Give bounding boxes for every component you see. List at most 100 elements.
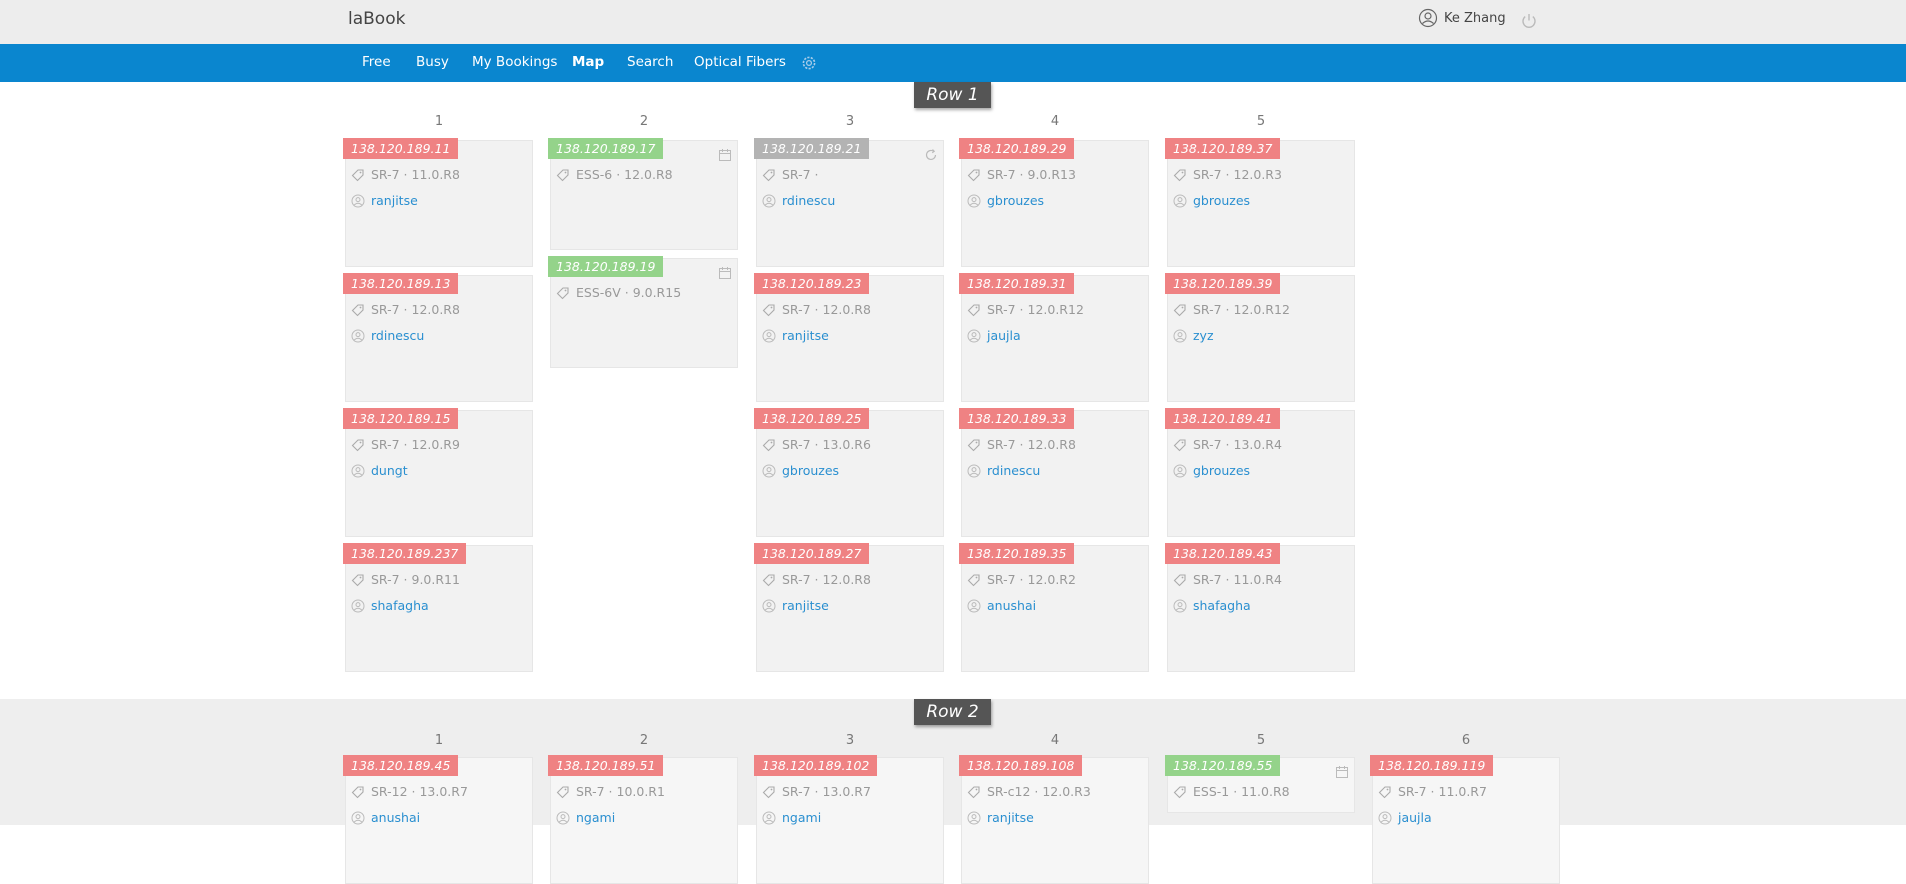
ip-label[interactable]: 138.120.189.237 (343, 543, 467, 564)
device-card[interactable]: 138.120.189.237 SR-7 · 9.0.R11 shafagha (343, 543, 533, 672)
nav-map[interactable]: Map (572, 54, 604, 70)
device-owner[interactable]: gbrouzes (1173, 463, 1250, 478)
device-card[interactable]: 138.120.189.17 ESS-6 · 12.0.R8 (548, 138, 738, 250)
device-owner[interactable]: gbrouzes (1173, 193, 1250, 208)
owner-link[interactable]: anushai (987, 598, 1036, 613)
nav-busy[interactable]: Busy (416, 54, 449, 70)
device-card[interactable]: 138.120.189.31 SR-7 · 12.0.R12 jaujla (959, 273, 1149, 402)
device-owner[interactable]: zyz (1173, 328, 1214, 343)
device-owner[interactable]: jaujla (1378, 810, 1432, 825)
owner-link[interactable]: ngami (782, 810, 821, 825)
device-owner[interactable]: anushai (967, 598, 1036, 613)
device-card[interactable]: 138.120.189.45 SR-12 · 13.0.R7 anushai (343, 755, 533, 884)
device-card[interactable]: 138.120.189.21 SR-7 · rdinescu (754, 138, 944, 267)
owner-link[interactable]: ranjitse (371, 193, 418, 208)
ip-label[interactable]: 138.120.189.43 (1165, 543, 1281, 564)
device-card[interactable]: 138.120.189.39 SR-7 · 12.0.R12 zyz (1165, 273, 1355, 402)
power-icon[interactable] (1520, 12, 1538, 30)
device-card[interactable]: 138.120.189.33 SR-7 · 12.0.R8 rdinescu (959, 408, 1149, 537)
owner-link[interactable]: anushai (371, 810, 420, 825)
device-card[interactable]: 138.120.189.11 SR-7 · 11.0.R8 ranjitse (343, 138, 533, 267)
ip-label[interactable]: 138.120.189.25 (754, 408, 870, 429)
calendar-icon[interactable] (718, 148, 732, 162)
ip-label[interactable]: 138.120.189.27 (754, 543, 870, 564)
device-card[interactable]: 138.120.189.15 SR-7 · 12.0.R9 dungt (343, 408, 533, 537)
owner-link[interactable]: shafagha (1193, 598, 1251, 613)
owner-link[interactable]: ranjitse (987, 810, 1034, 825)
device-card[interactable]: 138.120.189.43 SR-7 · 11.0.R4 shafagha (1165, 543, 1355, 672)
owner-link[interactable]: ngami (576, 810, 615, 825)
ip-label[interactable]: 138.120.189.29 (959, 138, 1075, 159)
ip-label[interactable]: 138.120.189.23 (754, 273, 870, 294)
ip-label[interactable]: 138.120.189.31 (959, 273, 1075, 294)
ip-label[interactable]: 138.120.189.13 (343, 273, 459, 294)
owner-link[interactable]: gbrouzes (782, 463, 839, 478)
device-owner[interactable]: gbrouzes (967, 193, 1044, 208)
owner-link[interactable]: gbrouzes (987, 193, 1044, 208)
device-card[interactable]: 138.120.189.102 SR-7 · 13.0.R7 ngami (754, 755, 944, 884)
ip-label[interactable]: 138.120.189.19 (548, 256, 664, 277)
owner-link[interactable]: zyz (1193, 328, 1214, 343)
device-card[interactable]: 138.120.189.19 ESS-6V · 9.0.R15 (548, 256, 738, 368)
owner-link[interactable]: rdinescu (987, 463, 1040, 478)
device-card[interactable]: 138.120.189.108 SR-c12 · 12.0.R3 ranjitse (959, 755, 1149, 884)
ip-label[interactable]: 138.120.189.45 (343, 755, 459, 776)
device-owner[interactable]: jaujla (967, 328, 1021, 343)
calendar-icon[interactable] (718, 266, 732, 280)
device-owner[interactable]: gbrouzes (762, 463, 839, 478)
ip-label[interactable]: 138.120.189.15 (343, 408, 459, 429)
device-card[interactable]: 138.120.189.25 SR-7 · 13.0.R6 gbrouzes (754, 408, 944, 537)
app-title[interactable]: laBook (348, 9, 405, 29)
nav-my-bookings[interactable]: My Bookings (472, 54, 557, 70)
device-card[interactable]: 138.120.189.13 SR-7 · 12.0.R8 rdinescu (343, 273, 533, 402)
device-card[interactable]: 138.120.189.119 SR-7 · 11.0.R7 jaujla (1370, 755, 1560, 884)
device-owner[interactable]: shafagha (351, 598, 429, 613)
device-owner[interactable]: anushai (351, 810, 420, 825)
device-owner[interactable]: dungt (351, 463, 408, 478)
device-card[interactable]: 138.120.189.35 SR-7 · 12.0.R2 anushai (959, 543, 1149, 672)
ip-label[interactable]: 138.120.189.17 (548, 138, 664, 159)
device-card[interactable]: 138.120.189.51 SR-7 · 10.0.R1 ngami (548, 755, 738, 884)
device-owner[interactable]: ranjitse (967, 810, 1034, 825)
nav-optical-fibers[interactable]: Optical Fibers (694, 54, 786, 70)
owner-link[interactable]: jaujla (1398, 810, 1432, 825)
device-owner[interactable]: rdinescu (762, 193, 835, 208)
ip-label[interactable]: 138.120.189.39 (1165, 273, 1281, 294)
device-card[interactable]: 138.120.189.29 SR-7 · 9.0.R13 gbrouzes (959, 138, 1149, 267)
device-card[interactable]: 138.120.189.41 SR-7 · 13.0.R4 gbrouzes (1165, 408, 1355, 537)
settings-gear-icon[interactable] (799, 53, 819, 73)
ip-label[interactable]: 138.120.189.102 (754, 755, 878, 776)
ip-label[interactable]: 138.120.189.21 (754, 138, 870, 159)
refresh-icon[interactable] (924, 148, 938, 162)
device-owner[interactable]: rdinescu (351, 328, 424, 343)
user-menu[interactable]: Ke Zhang (1418, 8, 1506, 28)
owner-link[interactable]: shafagha (371, 598, 429, 613)
calendar-icon[interactable] (1335, 765, 1349, 779)
device-owner[interactable]: rdinescu (967, 463, 1040, 478)
owner-link[interactable]: jaujla (987, 328, 1021, 343)
device-owner[interactable]: ranjitse (351, 193, 418, 208)
device-owner[interactable]: ngami (762, 810, 821, 825)
owner-link[interactable]: ranjitse (782, 328, 829, 343)
owner-link[interactable]: rdinescu (782, 193, 835, 208)
ip-label[interactable]: 138.120.189.108 (959, 755, 1083, 776)
ip-label[interactable]: 138.120.189.55 (1165, 755, 1281, 776)
owner-link[interactable]: rdinescu (371, 328, 424, 343)
ip-label[interactable]: 138.120.189.119 (1370, 755, 1494, 776)
ip-label[interactable]: 138.120.189.33 (959, 408, 1075, 429)
device-owner[interactable]: shafagha (1173, 598, 1251, 613)
device-card[interactable]: 138.120.189.27 SR-7 · 12.0.R8 ranjitse (754, 543, 944, 672)
device-card[interactable]: 138.120.189.55 ESS-1 · 11.0.R8 (1165, 755, 1355, 813)
ip-label[interactable]: 138.120.189.37 (1165, 138, 1281, 159)
ip-label[interactable]: 138.120.189.51 (548, 755, 664, 776)
owner-link[interactable]: gbrouzes (1193, 463, 1250, 478)
ip-label[interactable]: 138.120.189.41 (1165, 408, 1281, 429)
owner-link[interactable]: gbrouzes (1193, 193, 1250, 208)
device-card[interactable]: 138.120.189.23 SR-7 · 12.0.R8 ranjitse (754, 273, 944, 402)
owner-link[interactable]: dungt (371, 463, 408, 478)
ip-label[interactable]: 138.120.189.35 (959, 543, 1075, 564)
nav-free[interactable]: Free (362, 54, 391, 70)
device-owner[interactable]: ranjitse (762, 328, 829, 343)
ip-label[interactable]: 138.120.189.11 (343, 138, 459, 159)
device-owner[interactable]: ngami (556, 810, 615, 825)
